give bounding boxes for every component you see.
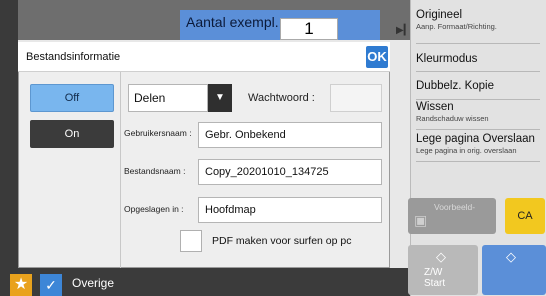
ok-button[interactable]: OK [366,46,388,68]
pdf-label: PDF maken voor surfen op pc [212,235,352,247]
expand-arrow-icon[interactable]: ▶▎ [396,25,412,41]
other-button[interactable]: Overige [72,276,114,290]
ca-button[interactable]: CA [505,198,545,234]
preview-icon: ▣ [414,212,428,228]
copies-label: Aantal exempl. [186,14,279,30]
share-select[interactable]: Delen [128,84,208,112]
check-icon[interactable]: ✓ [40,274,62,296]
copies-input[interactable]: 1 [280,18,338,40]
menu-subtitle: Randschaduw wissen [416,114,489,123]
off-button[interactable]: Off [30,84,114,112]
dialog-title: Bestandsinformatie [26,51,121,63]
pdf-checkbox[interactable] [180,230,202,252]
start-icon: ◇ [436,249,446,264]
password-label: Wachtwoord : [248,92,315,104]
menu-item-kleurmodus[interactable]: Kleurmodus [416,46,540,72]
user-label: Gebruikersnaam : [124,128,192,138]
menu-item-lege-pagina[interactable]: Lege pagina Overslaan Lege pagina in ori… [416,132,540,162]
start-color-button[interactable]: ◇ [482,245,546,295]
menu-title: Kleurmodus [416,53,478,65]
star-icon[interactable]: ★ [10,274,32,296]
password-field[interactable] [330,84,382,112]
menu-item-dubbelz[interactable]: Dubbelz. Kopie [416,74,540,100]
user-field[interactable]: Gebr. Onbekend [198,122,382,148]
start-color-icon: ◇ [506,249,516,264]
menu-item-origineel[interactable]: Origineel Aanp. Formaat/Richting. [416,8,540,44]
file-name-label: Bestandsnaam : [124,166,186,176]
start-label: Start [424,278,446,289]
menu-item-wissen[interactable]: Wissen Randschaduw wissen [416,100,540,130]
menu-title: Wissen [416,101,454,113]
menu-subtitle: Aanp. Formaat/Richting. [416,22,497,31]
menu-title: Dubbelz. Kopie [416,80,494,92]
left-edge-panel [0,0,18,296]
menu-subtitle: Lege pagina in orig. overslaan [416,146,517,155]
start-mono-button[interactable]: ◇ Z/W Start [408,245,478,295]
preview-label: Voorbeeld- [434,202,476,212]
stored-in-label: Opgeslagen in : [124,204,184,214]
menu-title: Lege pagina Overslaan [416,133,535,145]
dialog-divider [120,72,121,268]
start-mono-label: Z/W [424,267,443,278]
preview-button[interactable]: ▣ Voorbeeld- [408,198,496,234]
on-button[interactable]: On [30,120,114,148]
chevron-down-icon[interactable]: ▼ [208,84,232,112]
file-name-field[interactable]: Copy_20201010_134725 [198,159,382,185]
menu-title: Origineel [416,9,463,21]
stored-in-field[interactable]: Hoofdmap [198,197,382,223]
